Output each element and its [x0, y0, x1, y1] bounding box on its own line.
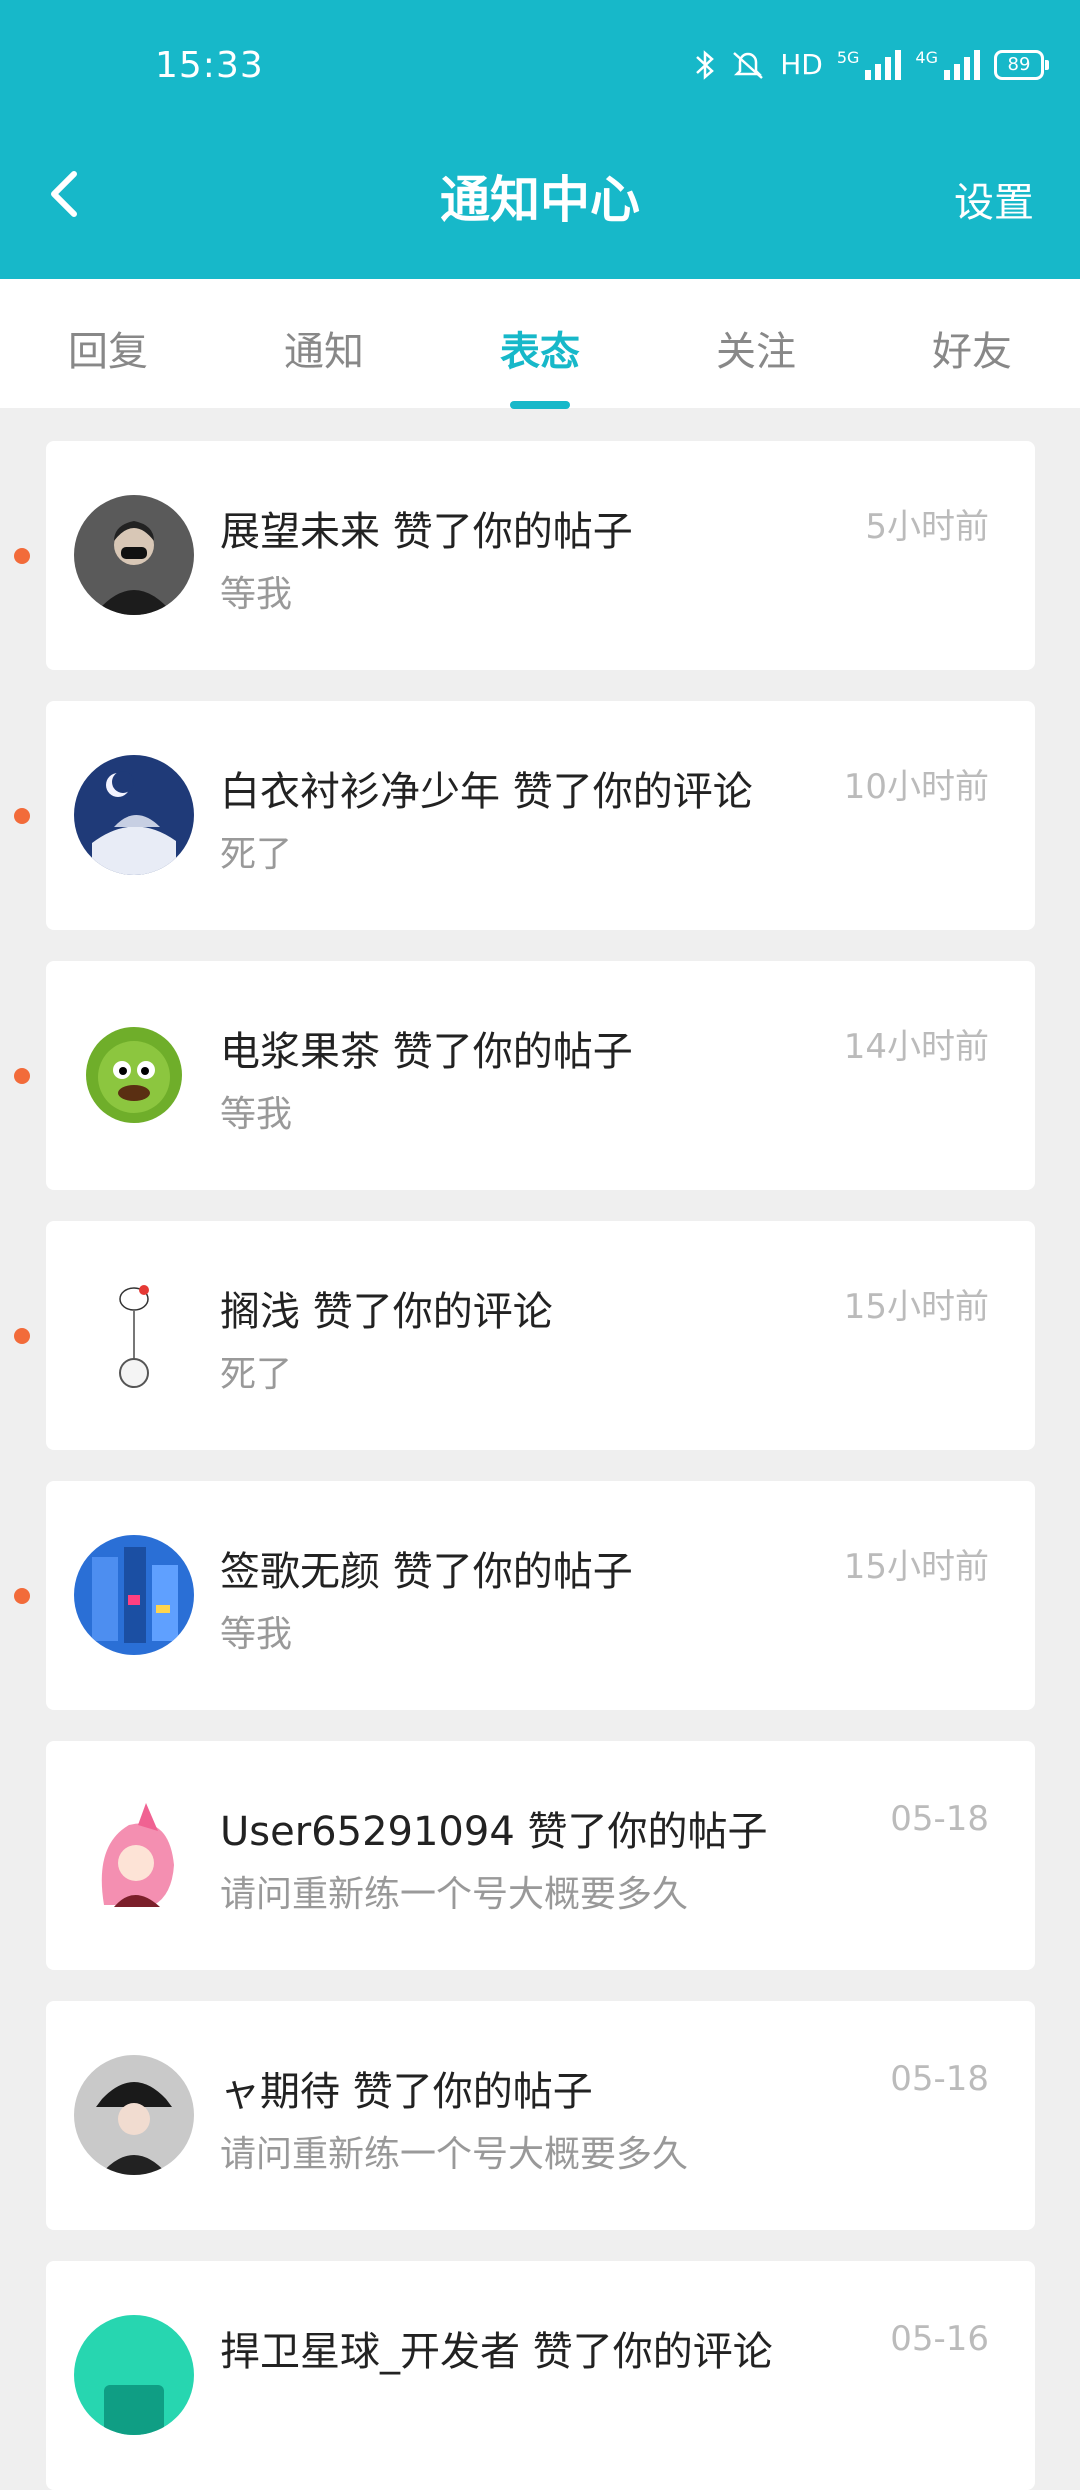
notification-card[interactable]: 签歌无颜 赞了你的帖子 等我 15小时前: [46, 1481, 1035, 1710]
avatar[interactable]: [74, 755, 194, 875]
tab-notice[interactable]: 通知: [216, 319, 432, 377]
notification-time: 15小时前: [843, 1287, 989, 1327]
notification-time: 05-18: [890, 2059, 989, 2099]
battery-level: 89: [1007, 54, 1031, 75]
notification-card[interactable]: 搁浅 赞了你的评论 死了 15小时前: [46, 1221, 1035, 1450]
notification-time: 05-18: [890, 1799, 989, 1839]
avatar[interactable]: [74, 1015, 194, 1135]
bluetooth-icon: [696, 49, 715, 80]
unread-dot: [14, 1328, 30, 1344]
notification-title: User65291094 赞了你的帖子: [220, 1809, 768, 1855]
notification-card[interactable]: ャ期待 赞了你的帖子 请问重新练一个号大概要多久 05-18: [46, 2001, 1035, 2230]
mute-icon: [733, 51, 764, 79]
notification-subtitle: 等我: [220, 1094, 293, 1135]
status-icons: HD 5G 4G 89: [694, 48, 1049, 81]
notification-card[interactable]: User65291094 赞了你的帖子 请问重新练一个号大概要多久 05-18: [46, 1741, 1035, 1970]
notification-title: 签歌无颜 赞了你的帖子: [220, 1549, 633, 1595]
avatar[interactable]: [74, 2055, 194, 2175]
notification-subtitle: 等我: [220, 1614, 293, 1655]
notification-card[interactable]: 白衣衬衫净少年 赞了你的评论 死了 10小时前: [46, 701, 1035, 930]
avatar[interactable]: [74, 495, 194, 615]
notification-time: 10小时前: [843, 767, 989, 807]
notification-time: 14小时前: [843, 1027, 989, 1067]
signal-icon-2: [944, 49, 980, 80]
notification-card[interactable]: 捍卫星球_开发者 赞了你的评论 05-16: [46, 2261, 1035, 2490]
unread-dot: [14, 548, 30, 564]
notification-subtitle: 请问重新练一个号大概要多久: [220, 1874, 689, 1915]
battery-icon: 89: [994, 49, 1049, 80]
avatar[interactable]: [74, 2315, 194, 2435]
tab-reaction[interactable]: 表态: [432, 319, 648, 377]
notification-subtitle: 等我: [220, 574, 293, 615]
notification-title: 搁浅 赞了你的评论: [220, 1289, 553, 1335]
unread-dot: [14, 808, 30, 824]
unread-dot: [14, 1068, 30, 1084]
active-tab-indicator: [510, 401, 570, 409]
notification-card[interactable]: 展望未来 赞了你的帖子 等我 5小时前: [46, 441, 1035, 670]
net-4g-label: 4G: [915, 48, 938, 67]
notification-title: 白衣衬衫净少年 赞了你的评论: [220, 769, 753, 815]
signal-icon: [865, 49, 902, 80]
avatar[interactable]: [74, 1535, 194, 1655]
avatar[interactable]: [74, 1795, 194, 1915]
notification-time: 15小时前: [843, 1547, 989, 1587]
tab-reply[interactable]: 回复: [0, 319, 216, 377]
tab-friends[interactable]: 好友: [864, 319, 1080, 377]
notification-title: 捍卫星球_开发者 赞了你的评论: [220, 2329, 773, 2375]
net-5g-label: 5G: [836, 48, 860, 67]
notification-title: 展望未来 赞了你的帖子: [220, 509, 633, 555]
status-time: 15:33: [155, 45, 264, 86]
notification-title: ャ期待 赞了你的帖子: [220, 2069, 593, 2115]
settings-button[interactable]: 设置: [954, 170, 1034, 228]
tab-bar: 回复 通知 表态 关注 好友: [0, 279, 1080, 409]
tab-follow[interactable]: 关注: [648, 319, 864, 377]
hd-label: HD: [780, 48, 823, 81]
notification-title: 电浆果茶 赞了你的帖子: [220, 1029, 633, 1075]
notification-time: 05-16: [890, 2319, 989, 2359]
page-title: 通知中心: [440, 171, 640, 229]
notification-subtitle: 死了: [220, 834, 293, 875]
app-header: 15:33 HD 5G 4G 89 通知中心 设置: [0, 0, 1080, 279]
notification-card[interactable]: 电浆果茶 赞了你的帖子 等我 14小时前: [46, 961, 1035, 1190]
notification-subtitle: 死了: [220, 1354, 293, 1395]
notification-time: 5小时前: [865, 507, 989, 547]
unread-dot: [14, 1588, 30, 1604]
notification-subtitle: 请问重新练一个号大概要多久: [220, 2134, 689, 2175]
avatar[interactable]: [74, 1275, 194, 1395]
